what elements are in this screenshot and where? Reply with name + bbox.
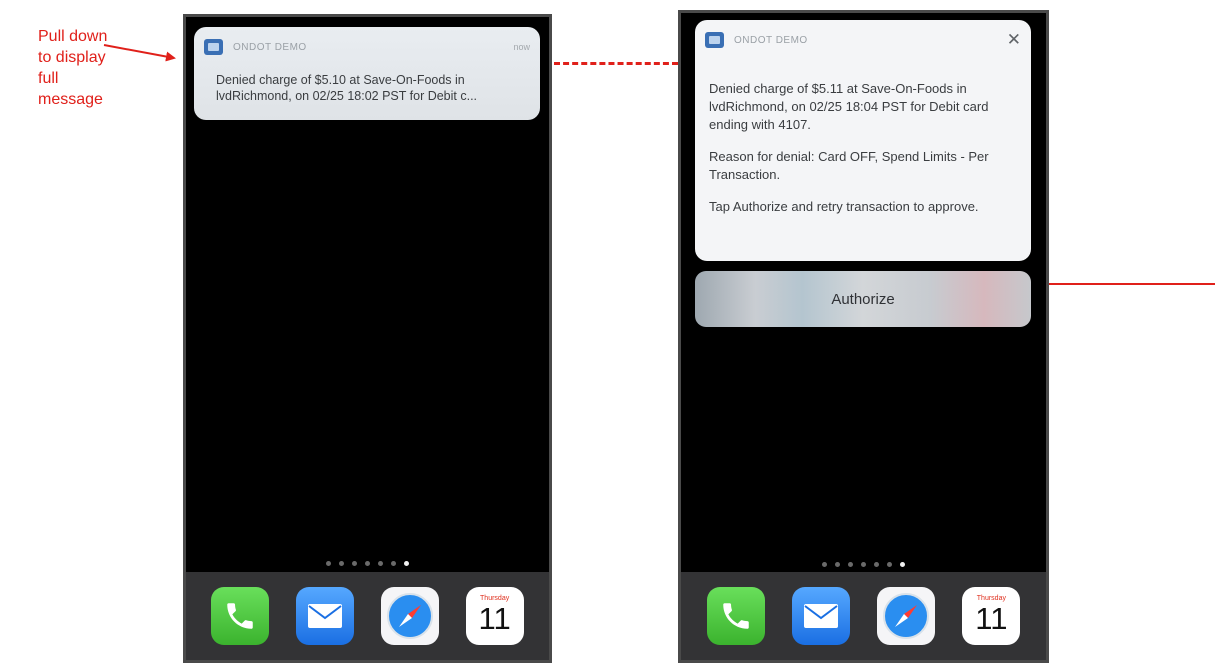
page-dot xyxy=(835,562,840,567)
phone-app[interactable] xyxy=(211,587,270,645)
annotation-line: Pull down xyxy=(38,28,108,45)
notification-message-line: Denied charge of $5.10 at Save-On-Foods … xyxy=(216,73,465,87)
mail-icon xyxy=(803,604,838,628)
safari-icon xyxy=(883,593,930,639)
notification-header: ONDOT DEMO now xyxy=(204,38,530,56)
page-dot xyxy=(848,562,853,567)
phone-app[interactable] xyxy=(706,587,765,645)
notification-app-name: ONDOT DEMO xyxy=(233,41,307,53)
phone-screen-collapsed: ONDOT DEMO now Denied charge of $5.10 at… xyxy=(183,14,552,663)
page-dot xyxy=(326,561,331,566)
notification-message-line: lvdRichmond, on 02/25 18:02 PST for Debi… xyxy=(216,89,478,103)
notification-message: Denied charge of $5.11 at Save-On-Foods … xyxy=(709,80,1017,230)
calendar-date: 11 xyxy=(975,601,1008,636)
phone-screen-expanded: ONDOT DEMO ✕ Denied charge of $5.11 at S… xyxy=(678,10,1049,663)
dashed-connector xyxy=(554,62,678,65)
calendar-icon[interactable]: Thursday 11 xyxy=(465,587,524,645)
notification-time: now xyxy=(513,42,530,52)
pull-down-annotation: Pull down to display full message xyxy=(38,26,107,110)
page-dot xyxy=(874,562,879,567)
mail-app[interactable] xyxy=(296,587,355,645)
mail-icon xyxy=(308,604,343,628)
phone-icon xyxy=(227,603,254,629)
safari-app[interactable] xyxy=(877,587,936,645)
page-dot xyxy=(352,561,357,566)
dock: Thursday 11 xyxy=(681,572,1046,660)
page-dot xyxy=(391,561,396,566)
safari-app[interactable] xyxy=(380,587,439,645)
notification-message: Denied charge of $5.10 at Save-On-Foods … xyxy=(216,72,516,104)
page-indicator[interactable] xyxy=(186,561,549,566)
dock: Thursday 11 xyxy=(186,572,549,660)
authorize-button[interactable]: Authorize xyxy=(695,271,1031,327)
page-dot xyxy=(339,561,344,566)
calendar-icon[interactable]: Thursday 11 xyxy=(962,587,1021,645)
page-dot-active xyxy=(900,562,905,567)
arrow-icon xyxy=(103,44,176,62)
phone-icon xyxy=(722,603,749,629)
notification-paragraph: Denied charge of $5.11 at Save-On-Foods … xyxy=(709,81,989,132)
safari-icon xyxy=(386,593,433,639)
denial-reason: Reason for denial: Card OFF, Spend Limit… xyxy=(709,149,989,182)
notification-header: ONDOT DEMO ✕ xyxy=(705,31,1021,49)
page-dot xyxy=(365,561,370,566)
notification-expanded: ONDOT DEMO ✕ Denied charge of $5.11 at S… xyxy=(695,20,1031,261)
message-icon xyxy=(705,32,724,48)
close-icon[interactable]: ✕ xyxy=(1007,31,1021,48)
annotation-line: message xyxy=(38,91,103,108)
notification-app-name: ONDOT DEMO xyxy=(734,34,808,46)
calendar-date: 11 xyxy=(478,601,511,636)
message-icon xyxy=(204,39,223,55)
page-dot-active xyxy=(404,561,409,566)
page-dot xyxy=(861,562,866,567)
annotation-line: to display xyxy=(38,49,106,66)
page-indicator[interactable] xyxy=(681,562,1046,567)
mail-app[interactable] xyxy=(791,587,850,645)
notification-banner[interactable]: ONDOT DEMO now Denied charge of $5.10 at… xyxy=(194,27,540,120)
page-dot xyxy=(378,561,383,566)
instructions: Tap Authorize and retry transaction to a… xyxy=(709,199,979,214)
annotation-line: full xyxy=(38,70,59,87)
page-dot xyxy=(887,562,892,567)
page-dot xyxy=(822,562,827,567)
